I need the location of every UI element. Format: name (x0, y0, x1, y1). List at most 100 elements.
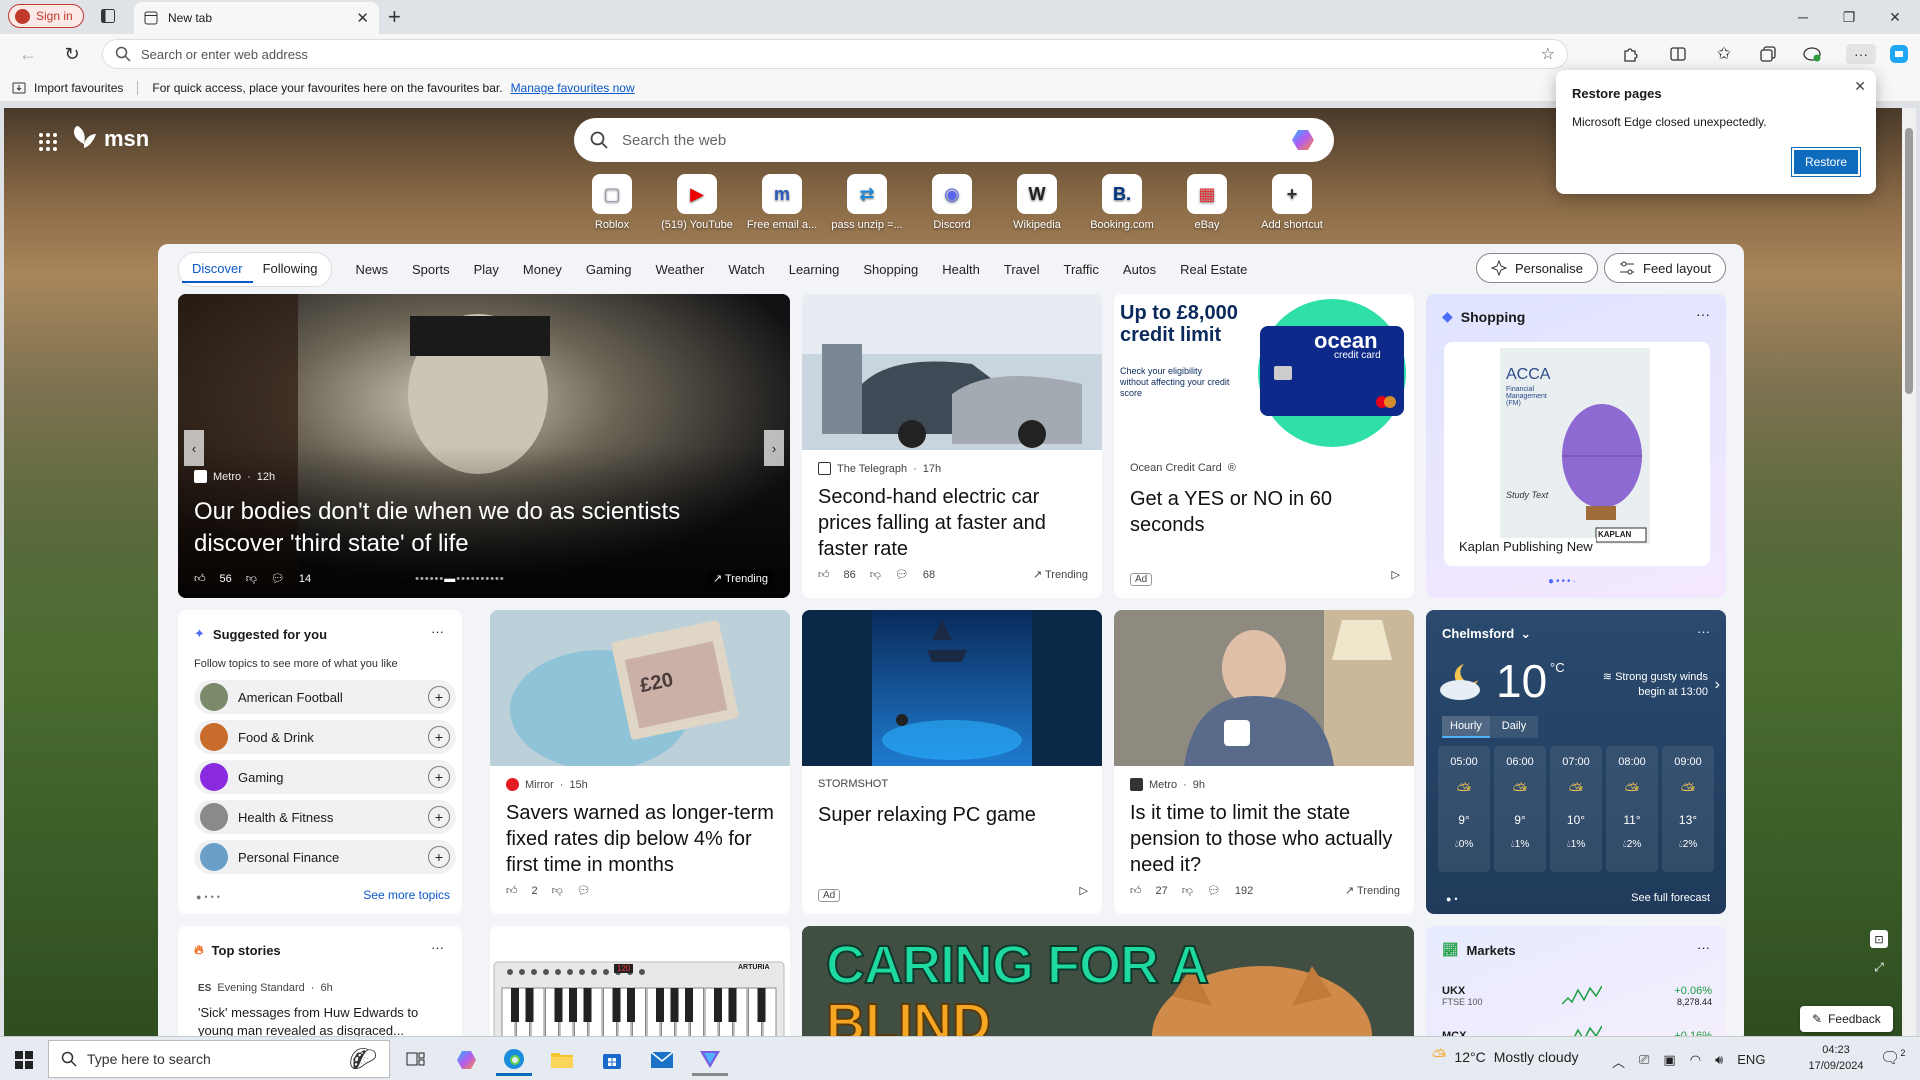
pension-article-card[interactable]: Metro · 9h Is it time to limit the state p… (1114, 610, 1414, 914)
customize-icon[interactable]: ⊡ (1870, 930, 1888, 948)
restore-window-button[interactable]: ❐ (1826, 4, 1872, 30)
telegraph-article-card[interactable]: The Telegraph · 17h Second-hand electric c… (802, 294, 1102, 598)
apps-grid-icon[interactable] (38, 132, 58, 152)
settings-more-icon[interactable]: ··· (1846, 44, 1876, 64)
file-explorer-icon[interactable] (544, 1044, 580, 1076)
hour-forecast[interactable]: 09:00 ⛅︎ 13° 💧︎2% (1662, 746, 1714, 872)
previous-slide-icon[interactable]: ‹ (184, 430, 204, 466)
shopping-card[interactable]: ◆ Shopping ··· ACCA Financial Management … (1426, 294, 1726, 598)
nav-item[interactable]: Gaming (574, 262, 644, 277)
tab-following[interactable]: Following (253, 256, 328, 283)
hour-forecast[interactable]: 06:00 ⛅︎ 9° 💧︎1% (1494, 746, 1546, 872)
app-triangle-icon[interactable] (692, 1044, 728, 1076)
topic-row[interactable]: Gaming + (194, 760, 456, 794)
add-topic-icon[interactable]: + (428, 766, 450, 788)
product-tile[interactable]: ACCA Financial Management (FM) Study Tex… (1444, 342, 1710, 566)
ad-choices-icon[interactable]: ▷ (1392, 568, 1400, 581)
display-icon[interactable]: ▣ (1663, 1052, 1675, 1071)
shortcut-tile[interactable]: ▢ Roblox (572, 174, 652, 231)
clock[interactable]: 04:23 17/09/2024 (1800, 1042, 1872, 1074)
nav-item[interactable]: Weather (643, 262, 716, 277)
meet-icon[interactable]: ⎚ (1639, 1052, 1649, 1071)
topic-row[interactable]: Health & Fitness + (194, 800, 456, 834)
ocean-ad-card[interactable]: Up to £8,000 credit limit Check your eli… (1114, 294, 1414, 598)
hour-forecast[interactable]: 05:00 ⛅︎ 9° 💧︎0% (1438, 746, 1490, 872)
market-row[interactable]: UKX FTSE 100 +0.06% 8,278.44 (1442, 976, 1712, 1016)
see-more-topics-link[interactable]: See more topics (363, 888, 450, 902)
personalise-button[interactable]: Personalise (1476, 253, 1598, 283)
nav-item[interactable]: Autos (1111, 262, 1168, 277)
wifi-icon[interactable]: ◠ (1690, 1052, 1701, 1071)
more-options-icon[interactable]: ··· (1696, 306, 1710, 322)
tab-hourly[interactable]: Hourly (1442, 716, 1490, 738)
nav-item[interactable]: News (344, 262, 401, 277)
more-options-icon[interactable]: ··· (431, 624, 444, 639)
telegraph-headline[interactable]: Second-hand electric car prices falling … (818, 484, 1088, 562)
carousel-dots[interactable]: ●• (1446, 894, 1461, 904)
nav-item[interactable]: Health (930, 262, 992, 277)
manage-favourites-link[interactable]: Manage favourites now (511, 81, 635, 95)
browser-essentials-icon[interactable] (1802, 44, 1822, 64)
more-options-icon[interactable]: ··· (1697, 940, 1710, 955)
synth-product-card[interactable]: 120 ARTURIA (490, 926, 790, 1046)
store-icon[interactable] (594, 1044, 630, 1076)
see-full-forecast-link[interactable]: See full forecast (1631, 892, 1710, 904)
more-options-icon[interactable]: ··· (431, 940, 444, 955)
dislike-icon[interactable]: 👎︎ (552, 884, 563, 897)
pension-headline[interactable]: Is it time to limit the state pension to… (1130, 800, 1405, 878)
hour-forecast[interactable]: 08:00 ⛅︎ 11° 💧︎2% (1606, 746, 1658, 872)
close-window-button[interactable]: ✕ (1872, 4, 1918, 30)
nav-item[interactable]: Travel (992, 262, 1052, 277)
task-view-icon[interactable] (398, 1044, 434, 1076)
cat-video-card[interactable]: CARING FOR A BLIND (802, 926, 1414, 1046)
sign-in-button[interactable]: Sign in (8, 4, 84, 28)
shortcut-tile[interactable]: ◉ Discord (912, 174, 992, 231)
nav-item[interactable]: Money (511, 262, 574, 277)
msn-logo[interactable]: msn (72, 124, 149, 154)
top-story-headline[interactable]: 'Sick' messages from Huw Edwards to youn… (198, 1004, 448, 1040)
shortcut-tile[interactable]: B. Booking.com (1082, 174, 1162, 231)
nav-item[interactable]: Real Estate (1168, 262, 1259, 277)
language-indicator[interactable]: ENG (1737, 1052, 1765, 1071)
topic-row[interactable]: American Football + (194, 680, 456, 714)
like-icon[interactable]: 👍︎ (194, 572, 206, 585)
dislike-icon[interactable]: 👎︎ (246, 572, 257, 585)
chevron-up-icon[interactable]: ︿ (1612, 1052, 1625, 1071)
markets-card[interactable]: 📈︎ Markets ··· UKXFTSE 100 +0.06%8,278.44 M… (1426, 926, 1726, 1046)
like-icon[interactable]: 👍︎ (506, 884, 518, 897)
topic-row[interactable]: Personal Finance + (194, 840, 456, 874)
copilot-taskbar-icon[interactable] (448, 1044, 484, 1076)
comment-icon[interactable]: 💬︎ (577, 884, 591, 897)
nav-item[interactable]: Play (462, 262, 511, 277)
carousel-dots[interactable]: ●•••· (1548, 576, 1578, 587)
stormshot-headline[interactable]: Super relaxing PC game (818, 802, 1088, 828)
refresh-icon[interactable]: ↻ (62, 44, 82, 64)
topic-row[interactable]: Food & Drink + (194, 720, 456, 754)
hour-forecast[interactable]: 07:00 ⛅︎ 10° 💧︎1% (1550, 746, 1602, 872)
dislike-icon[interactable]: 👎︎ (1182, 884, 1193, 897)
nav-item[interactable]: Learning (777, 262, 852, 277)
taskbar-search[interactable]: Type here to search 🌮︎ (48, 1040, 390, 1078)
stormshot-ad-card[interactable]: STORMSHOT Super relaxing PC game Ad ▷ (802, 610, 1102, 914)
comment-icon[interactable]: 💬︎ (895, 568, 909, 581)
tab-daily[interactable]: Daily (1489, 716, 1539, 738)
weather-widget[interactable]: ⛅︎ 12°C Mostly cloudy (1432, 1046, 1579, 1067)
split-screen-icon[interactable] (1668, 44, 1688, 64)
windows-start-icon[interactable] (6, 1044, 42, 1076)
more-options-icon[interactable]: ··· (1697, 624, 1710, 639)
add-topic-icon[interactable]: + (428, 726, 450, 748)
tab-discover[interactable]: Discover (182, 256, 253, 283)
extensions-icon[interactable] (1620, 44, 1640, 64)
mirror-article-card[interactable]: £20 Mirror · 15h Savers warned as longer-t… (490, 610, 790, 914)
add-topic-icon[interactable]: + (428, 806, 450, 828)
nav-item[interactable]: Watch (716, 262, 776, 277)
tab-actions-icon[interactable] (100, 8, 116, 24)
hero-article-card[interactable]: ‹ › Metro · 12h Our bodies don't die when … (178, 294, 790, 598)
hero-headline[interactable]: Our bodies don't die when we do as scien… (194, 496, 754, 560)
weather-location[interactable]: Chelmsford ⌄ (1442, 626, 1531, 642)
notifications-icon[interactable]: 🗨︎2 (1880, 1048, 1905, 1068)
ocean-headline[interactable]: Get a YES or NO in 60 seconds (1130, 486, 1400, 538)
web-search-box[interactable]: Search the web (574, 118, 1334, 162)
nav-item[interactable]: Traffic (1052, 262, 1111, 277)
next-icon[interactable]: › (1715, 676, 1720, 694)
